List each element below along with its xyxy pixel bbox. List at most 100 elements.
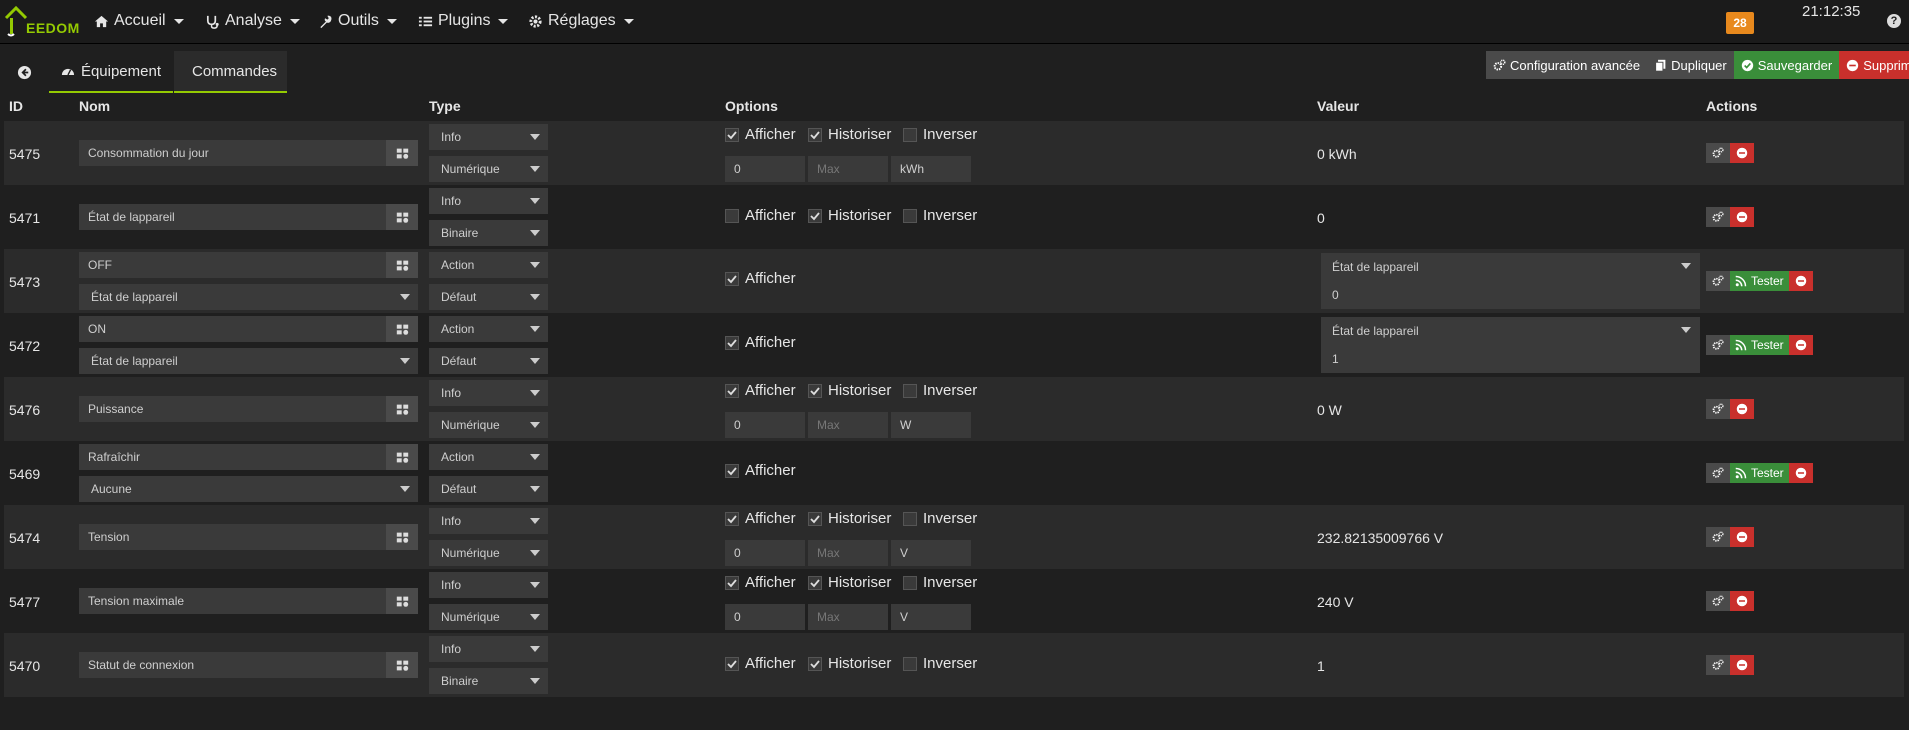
tab-commandes[interactable]: Commandes <box>174 51 287 93</box>
cmd-subtype-select[interactable]: Numérique <box>429 540 548 566</box>
cmd-subtype-select[interactable]: Numérique <box>429 604 548 630</box>
cmd-icon-button[interactable] <box>386 252 418 278</box>
cmd-type-select[interactable]: Info <box>429 188 548 214</box>
inverser-checkbox[interactable]: Inverser <box>903 510 977 527</box>
cmd-name-input[interactable]: OFF <box>79 252 386 278</box>
afficher-checkbox[interactable]: Afficher <box>725 270 796 287</box>
nav-outils[interactable]: Outils <box>318 12 397 30</box>
cmd-subtype-select[interactable]: Défaut <box>429 476 548 502</box>
max-input[interactable]: Max <box>808 412 888 438</box>
cmd-name-input[interactable]: Statut de connexion <box>79 652 386 678</box>
configure-button[interactable] <box>1706 143 1730 163</box>
remove-button[interactable] <box>1730 655 1754 675</box>
inverser-checkbox[interactable]: Inverser <box>903 126 977 143</box>
value-info-select[interactable]: État de lappareil <box>1321 317 1700 345</box>
cmd-subtype-select[interactable]: Défaut <box>429 284 548 310</box>
remove-button[interactable] <box>1788 271 1813 291</box>
configure-button[interactable] <box>1706 655 1730 675</box>
linked-info-select[interactable]: Aucune <box>79 476 418 502</box>
cmd-type-select[interactable]: Action <box>429 252 548 278</box>
cmd-type-select[interactable]: Action <box>429 316 548 342</box>
nav-analyse[interactable]: Analyse <box>205 12 300 30</box>
unit-input[interactable]: W <box>891 412 971 438</box>
inverser-checkbox[interactable]: Inverser <box>903 655 977 672</box>
cmd-name-input[interactable]: ON <box>79 316 386 342</box>
remove-button[interactable] <box>1730 591 1754 611</box>
cmd-icon-button[interactable] <box>386 140 418 166</box>
inverser-checkbox[interactable]: Inverser <box>903 382 977 399</box>
remove-button[interactable] <box>1788 335 1813 355</box>
cmd-name-input[interactable]: Tension maximale <box>79 588 386 614</box>
historiser-checkbox[interactable]: Historiser <box>808 510 891 527</box>
afficher-checkbox[interactable]: Afficher <box>725 462 796 479</box>
min-input[interactable]: 0 <box>725 540 805 566</box>
afficher-checkbox[interactable]: Afficher <box>725 382 796 399</box>
notification-badge[interactable]: 28 <box>1726 12 1754 34</box>
advanced-config-button[interactable]: Configuration avancée <box>1486 51 1648 79</box>
jeedom-logo[interactable]: EEDOM <box>4 4 79 38</box>
historiser-checkbox[interactable]: Historiser <box>808 655 891 672</box>
cmd-icon-button[interactable] <box>386 316 418 342</box>
min-input[interactable]: 0 <box>725 412 805 438</box>
historiser-checkbox[interactable]: Historiser <box>808 207 891 224</box>
value-input[interactable]: 0 <box>1321 281 1700 309</box>
back-button[interactable] <box>4 51 44 93</box>
tab-equipement[interactable]: Équipement <box>49 51 173 93</box>
cmd-name-input[interactable]: Tension <box>79 524 386 550</box>
cmd-subtype-select[interactable]: Numérique <box>429 156 548 182</box>
configure-button[interactable] <box>1706 207 1730 227</box>
test-button[interactable]: Tester <box>1730 271 1789 291</box>
configure-button[interactable] <box>1706 271 1730 291</box>
cmd-name-input[interactable]: Puissance <box>79 396 386 422</box>
linked-info-select[interactable]: État de lappareil <box>79 348 418 374</box>
cmd-type-select[interactable]: Info <box>429 508 548 534</box>
cmd-type-select[interactable]: Info <box>429 124 548 150</box>
afficher-checkbox[interactable]: Afficher <box>725 655 796 672</box>
cmd-name-input[interactable]: État de lappareil <box>79 204 386 230</box>
cmd-subtype-select[interactable]: Binaire <box>429 668 548 694</box>
configure-button[interactable] <box>1706 463 1730 483</box>
cmd-type-select[interactable]: Action <box>429 444 548 470</box>
test-button[interactable]: Tester <box>1730 463 1789 483</box>
afficher-checkbox[interactable]: Afficher <box>725 126 796 143</box>
cmd-icon-button[interactable] <box>386 652 418 678</box>
save-button[interactable]: Sauvegarder <box>1733 51 1840 79</box>
cmd-type-select[interactable]: Info <box>429 380 548 406</box>
inverser-checkbox[interactable]: Inverser <box>903 574 977 591</box>
cmd-icon-button[interactable] <box>386 588 418 614</box>
remove-button[interactable] <box>1730 399 1754 419</box>
cmd-subtype-select[interactable]: Défaut <box>429 348 548 374</box>
min-input[interactable]: 0 <box>725 604 805 630</box>
configure-button[interactable] <box>1706 591 1730 611</box>
nav-reglages[interactable]: Réglages <box>528 12 634 30</box>
nav-plugins[interactable]: Plugins <box>418 12 509 30</box>
afficher-checkbox[interactable]: Afficher <box>725 207 796 224</box>
remove-button[interactable] <box>1730 143 1754 163</box>
cmd-name-input[interactable]: Consommation du jour <box>79 140 386 166</box>
value-input[interactable]: 1 <box>1321 345 1700 373</box>
max-input[interactable]: Max <box>808 604 888 630</box>
cmd-subtype-select[interactable]: Binaire <box>429 220 548 246</box>
unit-input[interactable]: kWh <box>891 156 971 182</box>
unit-input[interactable]: V <box>891 540 971 566</box>
max-input[interactable]: Max <box>808 540 888 566</box>
historiser-checkbox[interactable]: Historiser <box>808 126 891 143</box>
unit-input[interactable]: V <box>891 604 971 630</box>
linked-info-select[interactable]: État de lappareil <box>79 284 418 310</box>
configure-button[interactable] <box>1706 335 1730 355</box>
min-input[interactable]: 0 <box>725 156 805 182</box>
help-icon[interactable]: ? <box>1887 14 1901 28</box>
remove-button[interactable] <box>1730 527 1754 547</box>
max-input[interactable]: Max <box>808 156 888 182</box>
afficher-checkbox[interactable]: Afficher <box>725 510 796 527</box>
cmd-icon-button[interactable] <box>386 204 418 230</box>
afficher-checkbox[interactable]: Afficher <box>725 334 796 351</box>
cmd-type-select[interactable]: Info <box>429 636 548 662</box>
historiser-checkbox[interactable]: Historiser <box>808 574 891 591</box>
inverser-checkbox[interactable]: Inverser <box>903 207 977 224</box>
remove-button[interactable] <box>1730 207 1754 227</box>
delete-button[interactable]: Supprimer <box>1839 51 1909 79</box>
afficher-checkbox[interactable]: Afficher <box>725 574 796 591</box>
value-info-select[interactable]: État de lappareil <box>1321 253 1700 281</box>
cmd-subtype-select[interactable]: Numérique <box>429 412 548 438</box>
